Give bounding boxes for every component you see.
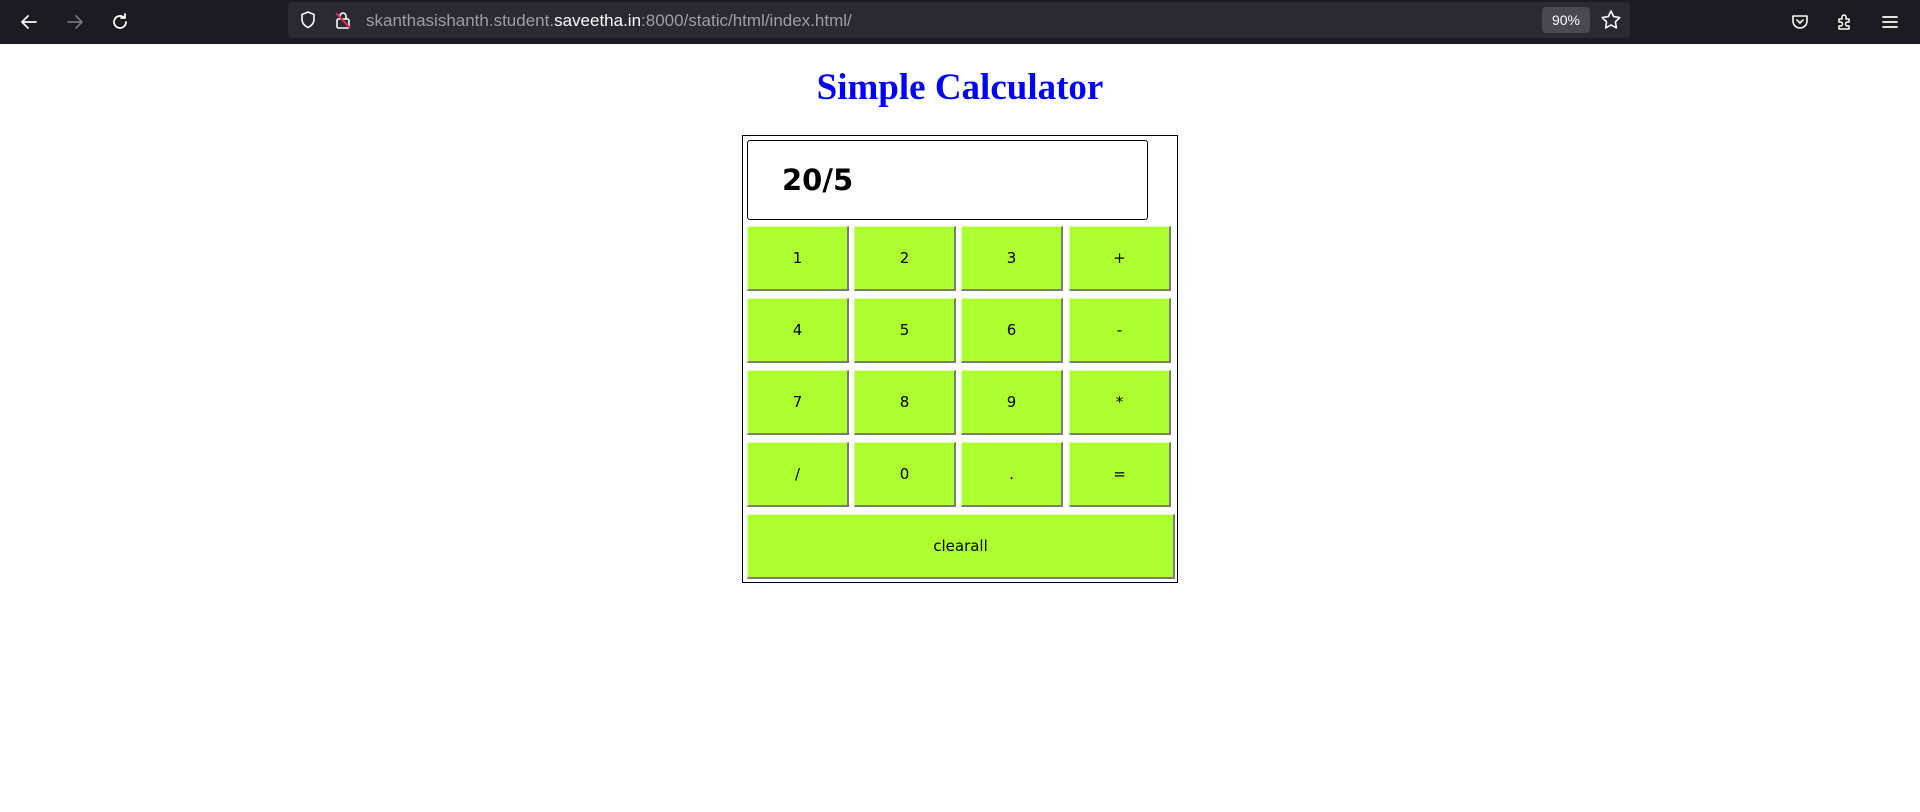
key-8[interactable]: 8 xyxy=(854,370,956,435)
key-4[interactable]: 4 xyxy=(747,298,849,363)
reload-icon[interactable] xyxy=(103,5,137,39)
key-divide[interactable]: / xyxy=(747,442,849,507)
key-equals[interactable]: = xyxy=(1069,442,1171,507)
shield-icon[interactable] xyxy=(298,10,318,30)
key-1[interactable]: 1 xyxy=(747,226,849,291)
insecure-lock-icon[interactable] xyxy=(333,10,353,30)
key-3[interactable]: 3 xyxy=(961,226,1063,291)
bookmark-star-icon[interactable] xyxy=(1600,9,1622,31)
hamburger-menu-icon[interactable] xyxy=(1873,5,1907,39)
calculator-display[interactable] xyxy=(747,140,1148,220)
browser-toolbar: skanthasishanth.student.saveetha.in:8000… xyxy=(0,0,1920,44)
zoom-level-badge[interactable]: 90% xyxy=(1542,7,1590,33)
back-arrow-icon[interactable] xyxy=(12,5,46,39)
extensions-icon[interactable] xyxy=(1828,5,1862,39)
pocket-icon[interactable] xyxy=(1783,5,1817,39)
page-title: Simple Calculator xyxy=(816,67,1104,108)
key-7[interactable]: 7 xyxy=(747,370,849,435)
address-bar[interactable]: skanthasishanth.student.saveetha.in:8000… xyxy=(288,2,1630,38)
key-9[interactable]: 9 xyxy=(961,370,1063,435)
key-multiply[interactable]: * xyxy=(1069,370,1171,435)
key-6[interactable]: 6 xyxy=(961,298,1063,363)
key-minus[interactable]: - xyxy=(1069,298,1171,363)
key-0[interactable]: 0 xyxy=(854,442,956,507)
clearall-button[interactable]: clearall xyxy=(747,514,1175,579)
calculator: 1 2 3 + 4 5 6 - 7 8 9 * / 0 . = clearall xyxy=(742,135,1178,583)
key-5[interactable]: 5 xyxy=(854,298,956,363)
key-decimal[interactable]: . xyxy=(961,442,1063,507)
url-text[interactable]: skanthasishanth.student.saveetha.in:8000… xyxy=(366,11,852,31)
key-2[interactable]: 2 xyxy=(854,226,956,291)
forward-arrow-icon[interactable] xyxy=(58,5,92,39)
key-plus[interactable]: + xyxy=(1069,226,1171,291)
